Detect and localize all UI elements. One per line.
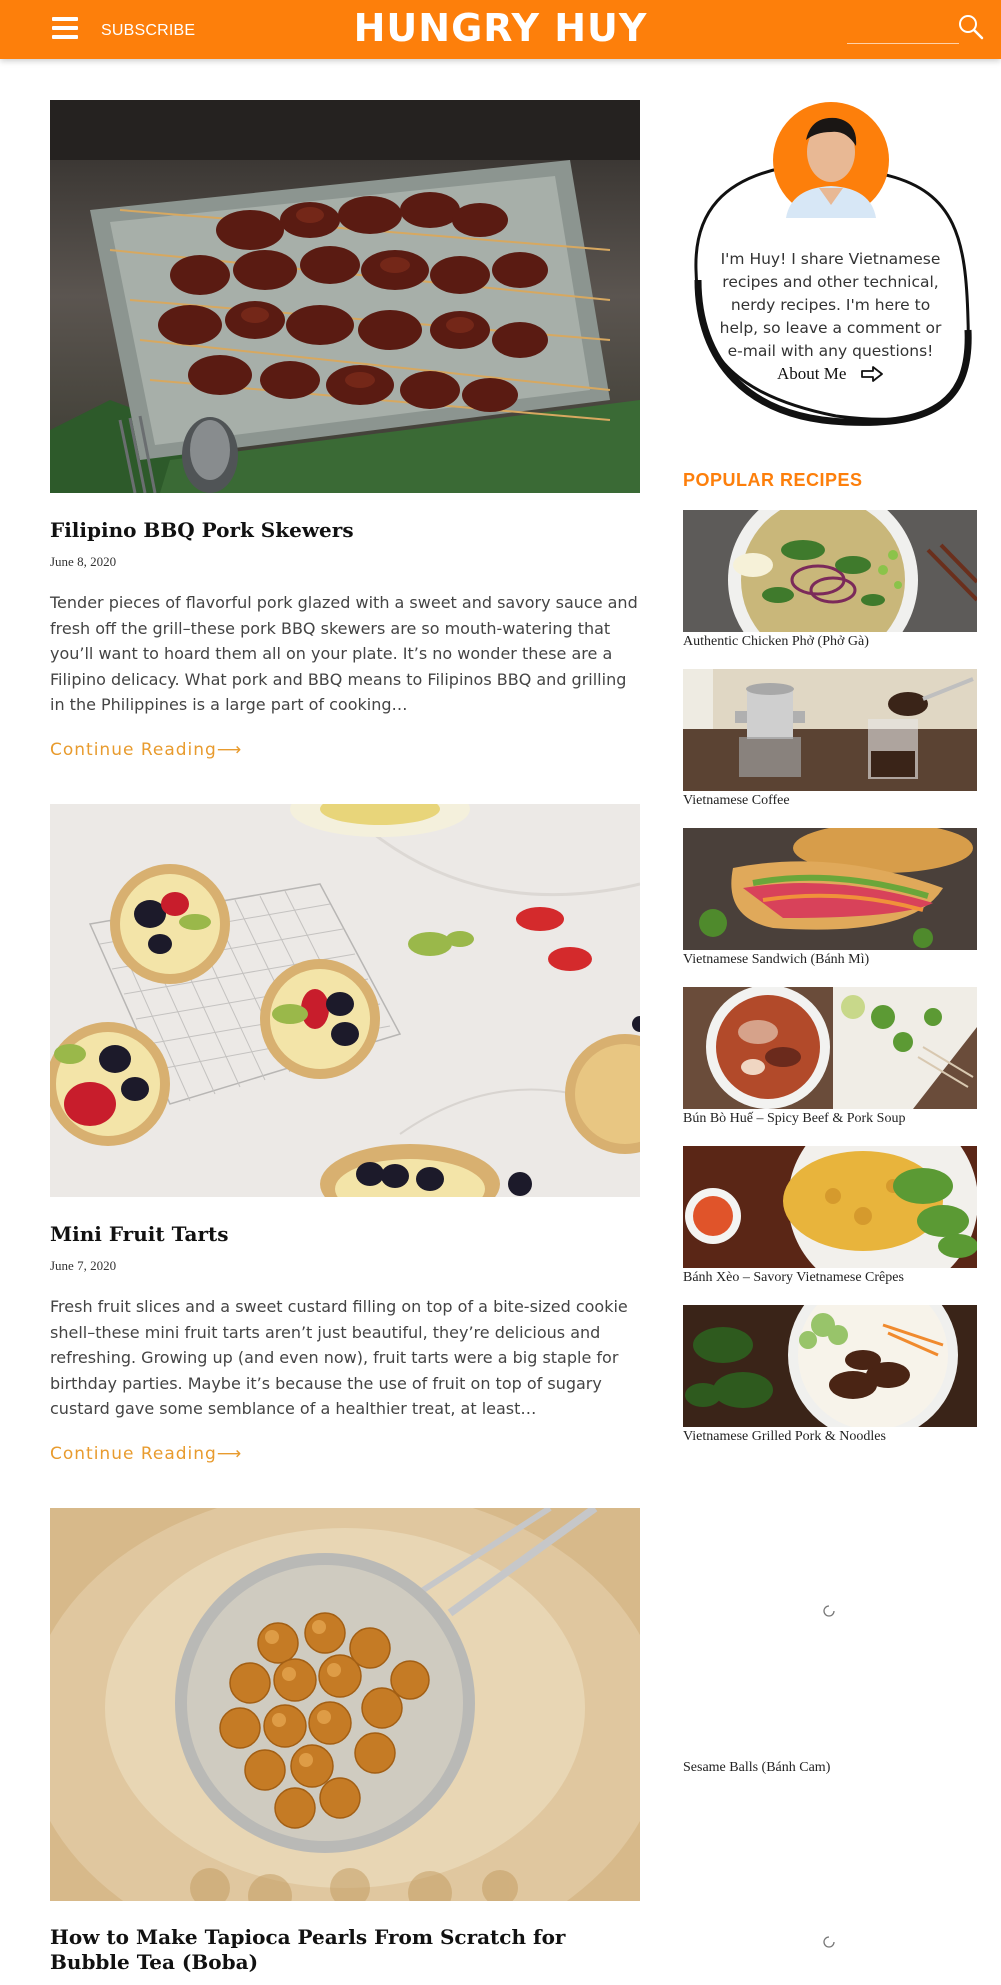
arrow-right-icon[interactable] <box>861 366 883 382</box>
loading-spinner-icon <box>823 1605 835 1617</box>
continue-reading-link[interactable]: Continue Reading⟶ <box>50 1444 242 1464</box>
search-icon[interactable] <box>958 14 984 40</box>
post-title[interactable]: How to Make Tapioca Pearls From Scratch … <box>50 1925 650 1975</box>
site-header: SUBSCRIBE HUNGRY HUY <box>0 0 1001 59</box>
popular-recipe-image-bun-bo-hue[interactable] <box>683 987 977 1109</box>
post-image-tapioca-pearls[interactable] <box>50 1508 640 1901</box>
popular-recipes-heading: POPULAR RECIPES <box>683 470 863 490</box>
post-date: June 7, 2020 <box>50 1258 117 1273</box>
popular-recipe-image-coffee[interactable] <box>683 669 977 791</box>
continue-reading-link[interactable]: Continue Reading⟶ <box>50 740 242 760</box>
post-date: June 8, 2020 <box>50 554 117 569</box>
about-me-link[interactable]: About Me <box>777 364 846 384</box>
post-image-bbq-skewers[interactable] <box>50 100 640 493</box>
loading-spinner-icon <box>823 1936 835 1948</box>
popular-recipe-image-banh-mi[interactable] <box>683 828 977 950</box>
popular-recipe-image-banh-xeo[interactable] <box>683 1146 977 1268</box>
popular-recipe-label[interactable]: Vietnamese Grilled Pork & Noodles <box>683 1429 983 1445</box>
search-input[interactable] <box>847 43 959 44</box>
popular-recipe-label[interactable]: Authentic Chicken Phở (Phở Gà) <box>683 634 983 650</box>
popular-recipe-label[interactable]: Bún Bò Huế – Spicy Beef & Pork Soup <box>683 1111 983 1127</box>
menu-icon[interactable] <box>52 17 78 41</box>
popular-recipe-label[interactable]: Vietnamese Sandwich (Bánh Mì) <box>683 952 983 968</box>
popular-recipe-label[interactable]: Bánh Xèo – Savory Vietnamese Crêpes <box>683 1270 983 1286</box>
post-title[interactable]: Filipino BBQ Pork Skewers <box>50 518 650 543</box>
popular-recipe-label[interactable]: Vietnamese Coffee <box>683 793 983 809</box>
site-logo-text[interactable]: HUNGRY HUY <box>354 6 648 50</box>
post-image-fruit-tarts[interactable] <box>50 804 640 1197</box>
post-title[interactable]: Mini Fruit Tarts <box>50 1222 650 1247</box>
subscribe-link[interactable]: SUBSCRIBE <box>101 22 195 40</box>
post-excerpt: Fresh fruit slices and a sweet custard f… <box>50 1297 628 1418</box>
popular-recipe-label[interactable]: Sesame Balls (Bánh Cam) <box>683 1760 983 1776</box>
popular-recipe-image-grilled-pork-noodles[interactable] <box>683 1305 977 1427</box>
post-excerpt: Tender pieces of flavorful pork glazed w… <box>50 593 638 714</box>
popular-recipe-image-pho[interactable] <box>683 510 977 632</box>
bio-text: I'm Huy! I share Vietnamese recipes and … <box>719 250 942 360</box>
